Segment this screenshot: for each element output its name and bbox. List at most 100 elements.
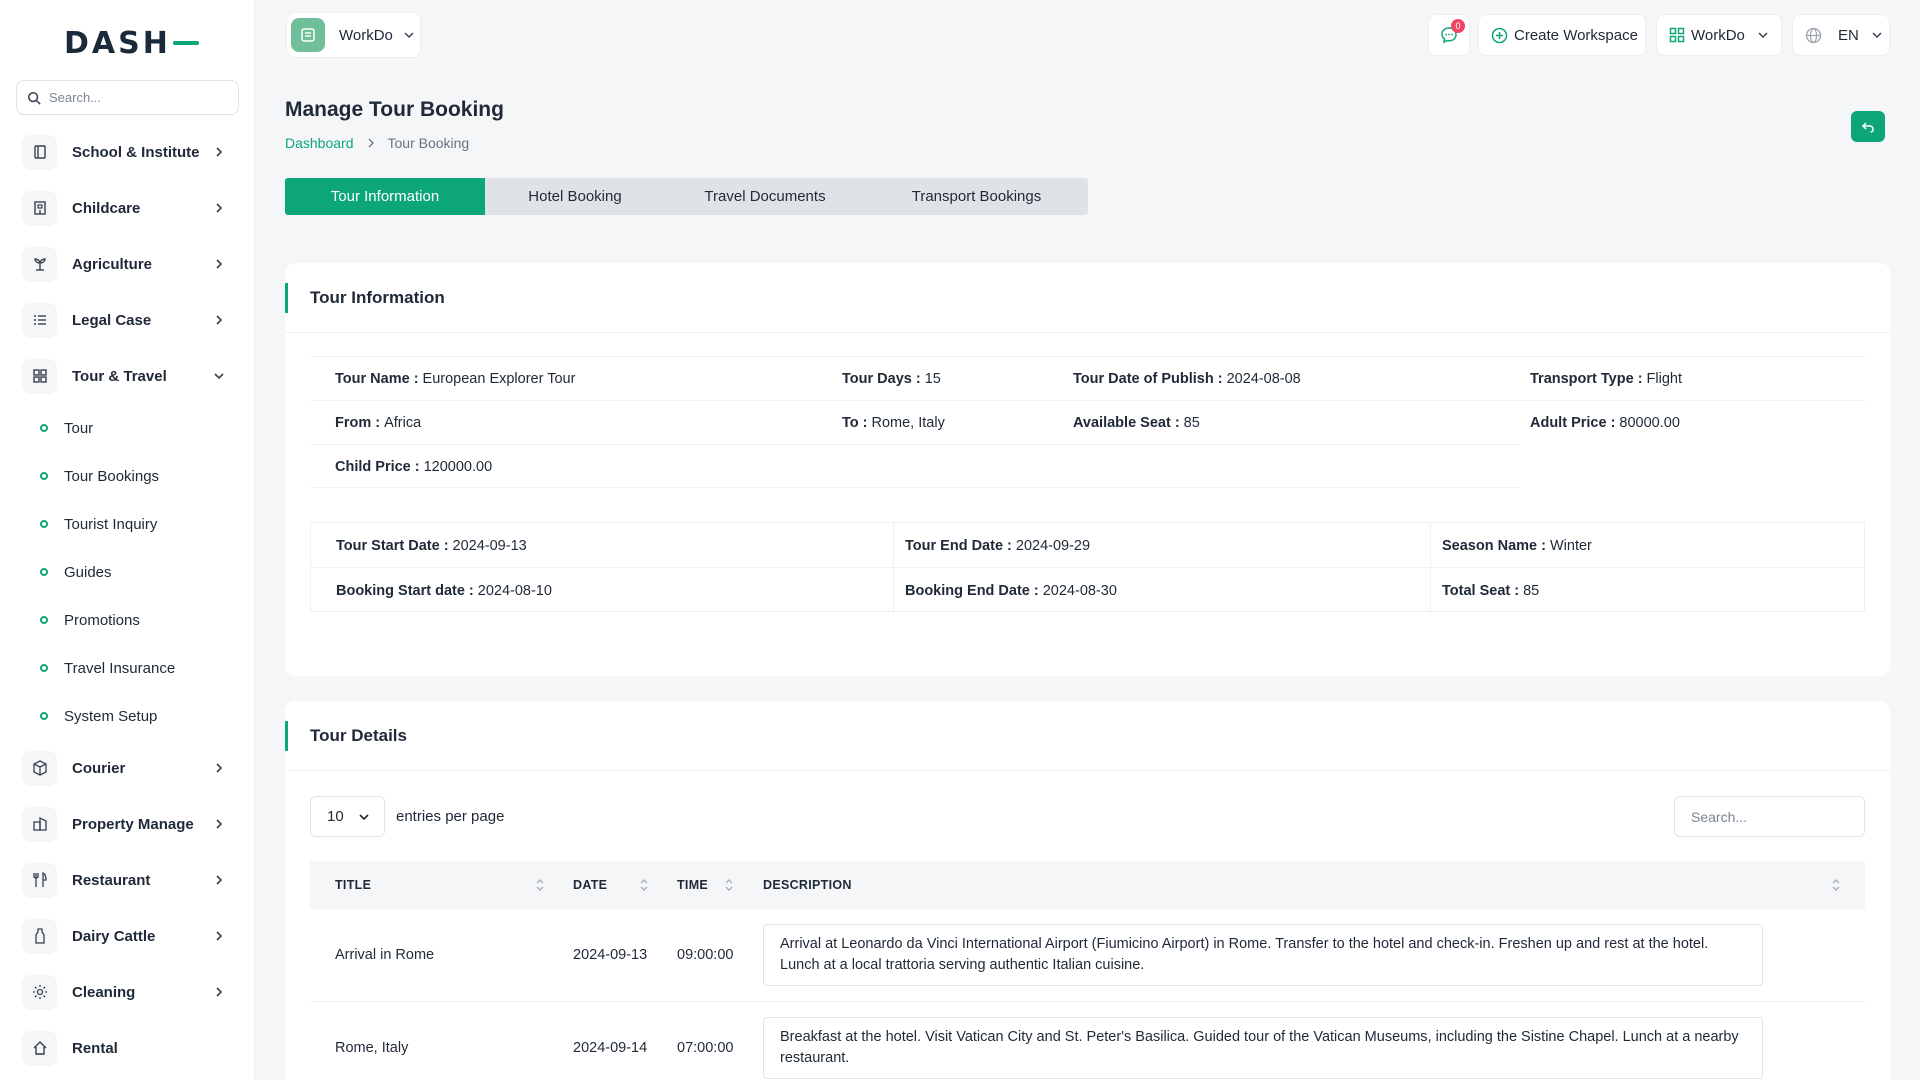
season-value: Winter (1549, 537, 1592, 554)
breadcrumb-current: Tour Booking (387, 135, 470, 151)
transport-type-label: Transport Type : (1530, 371, 1643, 387)
breadcrumb-dashboard-link[interactable]: Dashboard (285, 135, 354, 151)
sidebar-subitem-system-setup[interactable]: System Setup (40, 704, 157, 728)
entries-per-page: 10 entries per page (310, 796, 504, 837)
row-description: Arrival at Leonardo da Vinci Internation… (763, 924, 1763, 986)
sidebar-subitem-tour[interactable]: Tour (40, 416, 93, 440)
sidebar-item-label: Tour & Travel (72, 367, 167, 385)
sidebar-subitem-tourist-inquiry[interactable]: Tourist Inquiry (40, 512, 157, 536)
row-title: Arrival in Rome (335, 947, 435, 963)
tour-details-card: Tour Details 10 entries per page TITLE D… (285, 701, 1890, 1080)
tour-days-value: 15 (924, 371, 941, 387)
booking-start-label: Booking Start date : (336, 582, 474, 599)
tour-name-label: Tour Name : (335, 371, 419, 387)
tab-transport-bookings[interactable]: Transport Bookings (865, 178, 1088, 215)
row-title: Rome, Italy (335, 1040, 409, 1056)
sidebar-item-courier[interactable]: Courier (22, 749, 234, 787)
notification-button[interactable]: 0 (1428, 14, 1470, 56)
workspace-dropdown[interactable]: WorkDo (1656, 14, 1782, 56)
plant-icon (22, 246, 57, 282)
sidebar-item-label: Agriculture (72, 255, 153, 273)
chevron-down-icon (1758, 32, 1768, 39)
sidebar-subitem-guides[interactable]: Guides (40, 560, 112, 584)
sidebar-search[interactable] (16, 80, 239, 115)
row-time: 09:00:00 (677, 947, 734, 963)
sidebar-item-label: Rental (72, 1039, 118, 1057)
tab-tour-information[interactable]: Tour Information (285, 178, 485, 215)
sidebar-subitem-label: Promotions (64, 611, 140, 629)
tab-travel-documents[interactable]: Travel Documents (665, 178, 865, 215)
sidebar-item-label: Dairy Cattle (72, 927, 156, 945)
season-label: Season Name : (1442, 537, 1546, 554)
booking-tabs: Tour Information Hotel Booking Travel Do… (285, 178, 1088, 215)
globe-icon (1805, 27, 1822, 43)
sidebar-subitem-travel-insurance[interactable]: Travel Insurance (40, 656, 175, 680)
child-price-label: Child Price : (335, 459, 420, 475)
chevron-right-icon (216, 315, 223, 325)
sidebar-item-school-institute[interactable]: School & Institute (22, 133, 234, 171)
brand-logo[interactable]: DASH (64, 26, 199, 61)
bullet-icon (40, 712, 48, 720)
sidebar-item-rental[interactable]: Rental (22, 1029, 234, 1067)
bullet-icon (40, 568, 48, 576)
card-accent (285, 283, 288, 313)
entries-per-page-label: entries per page (396, 808, 505, 825)
create-workspace-button[interactable]: Create Workspace (1478, 14, 1646, 56)
sidebar-item-property-manage[interactable]: Property Manage (22, 805, 234, 843)
tour-dates-box: Tour Start Date :2024-09-13 Tour End Dat… (310, 522, 1865, 613)
tour-end-value: 2024-09-29 (1015, 537, 1091, 554)
chevron-right-icon (216, 763, 223, 773)
adult-price-label: Adult Price : (1530, 415, 1616, 431)
sidebar-subitem-label: System Setup (64, 707, 158, 725)
sidebar-subitem-tour-bookings[interactable]: Tour Bookings (40, 464, 159, 488)
page-title: Manage Tour Booking (285, 98, 504, 121)
per-page-select[interactable]: 10 (310, 796, 385, 837)
card-header: Tour Information (285, 263, 1890, 333)
sort-icon[interactable] (536, 878, 544, 892)
tour-start-label: Tour Start Date : (336, 537, 449, 554)
back-button[interactable] (1851, 111, 1885, 142)
sidebar-subitem-promotions[interactable]: Promotions (40, 608, 140, 632)
publish-date-label: Tour Date of Publish : (1073, 371, 1223, 387)
sidebar-item-restaurant[interactable]: Restaurant (22, 861, 234, 899)
table-row: Arrival in Rome 2024-09-13 09:00:00 Arri… (310, 909, 1865, 1002)
sidebar-item-label: Legal Case (72, 311, 152, 329)
chevron-right-icon (216, 931, 223, 941)
tour-information-card: Tour Information Tour Name : European Exp… (285, 263, 1890, 676)
sidebar-item-agriculture[interactable]: Agriculture (22, 245, 234, 283)
breadcrumb: Dashboard Tour Booking (285, 135, 469, 151)
table-search-input[interactable] (1674, 796, 1865, 837)
bullet-icon (40, 664, 48, 672)
chevron-right-icon (216, 259, 223, 269)
workspace-dropdown-label: WorkDo (1691, 26, 1745, 44)
workspace-name: WorkDo (339, 26, 393, 44)
sort-icon[interactable] (640, 878, 648, 892)
column-title[interactable]: TITLE (335, 861, 371, 909)
language-selector[interactable]: EN (1792, 14, 1890, 56)
column-description[interactable]: DESCRIPTION (763, 861, 852, 909)
sidebar-item-label: School & Institute (72, 143, 200, 161)
column-date[interactable]: DATE (573, 861, 607, 909)
card-header: Tour Details (285, 701, 1890, 771)
tab-hotel-booking[interactable]: Hotel Booking (485, 178, 665, 215)
card-accent (285, 721, 288, 751)
workspace-switcher[interactable]: WorkDo (286, 12, 421, 58)
sidebar-item-legal-case[interactable]: Legal Case (22, 301, 234, 339)
chevron-right-icon (216, 987, 223, 997)
column-time[interactable]: TIME (677, 861, 708, 909)
sidebar-item-tour-travel[interactable]: Tour & Travel (22, 357, 234, 395)
sort-icon[interactable] (725, 878, 733, 892)
sidebar-item-label: Cleaning (72, 983, 136, 1001)
sort-icon[interactable] (1832, 878, 1840, 892)
table-row: Rome, Italy 2024-09-14 07:00:00 Breakfas… (310, 1002, 1865, 1080)
card-title: Tour Details (310, 725, 407, 745)
sidebar-item-label: Restaurant (72, 871, 151, 889)
sidebar-item-cleaning[interactable]: Cleaning (22, 973, 234, 1011)
book-icon (22, 134, 57, 170)
sidebar-search-input[interactable] (49, 90, 229, 105)
per-page-value: 10 (327, 808, 344, 825)
info-row: Tour Name : European Explorer Tour Tour D… (310, 356, 1865, 400)
search-icon (27, 91, 41, 105)
sidebar-item-childcare[interactable]: Childcare (22, 189, 234, 227)
sidebar-item-dairy-cattle[interactable]: Dairy Cattle (22, 917, 234, 955)
